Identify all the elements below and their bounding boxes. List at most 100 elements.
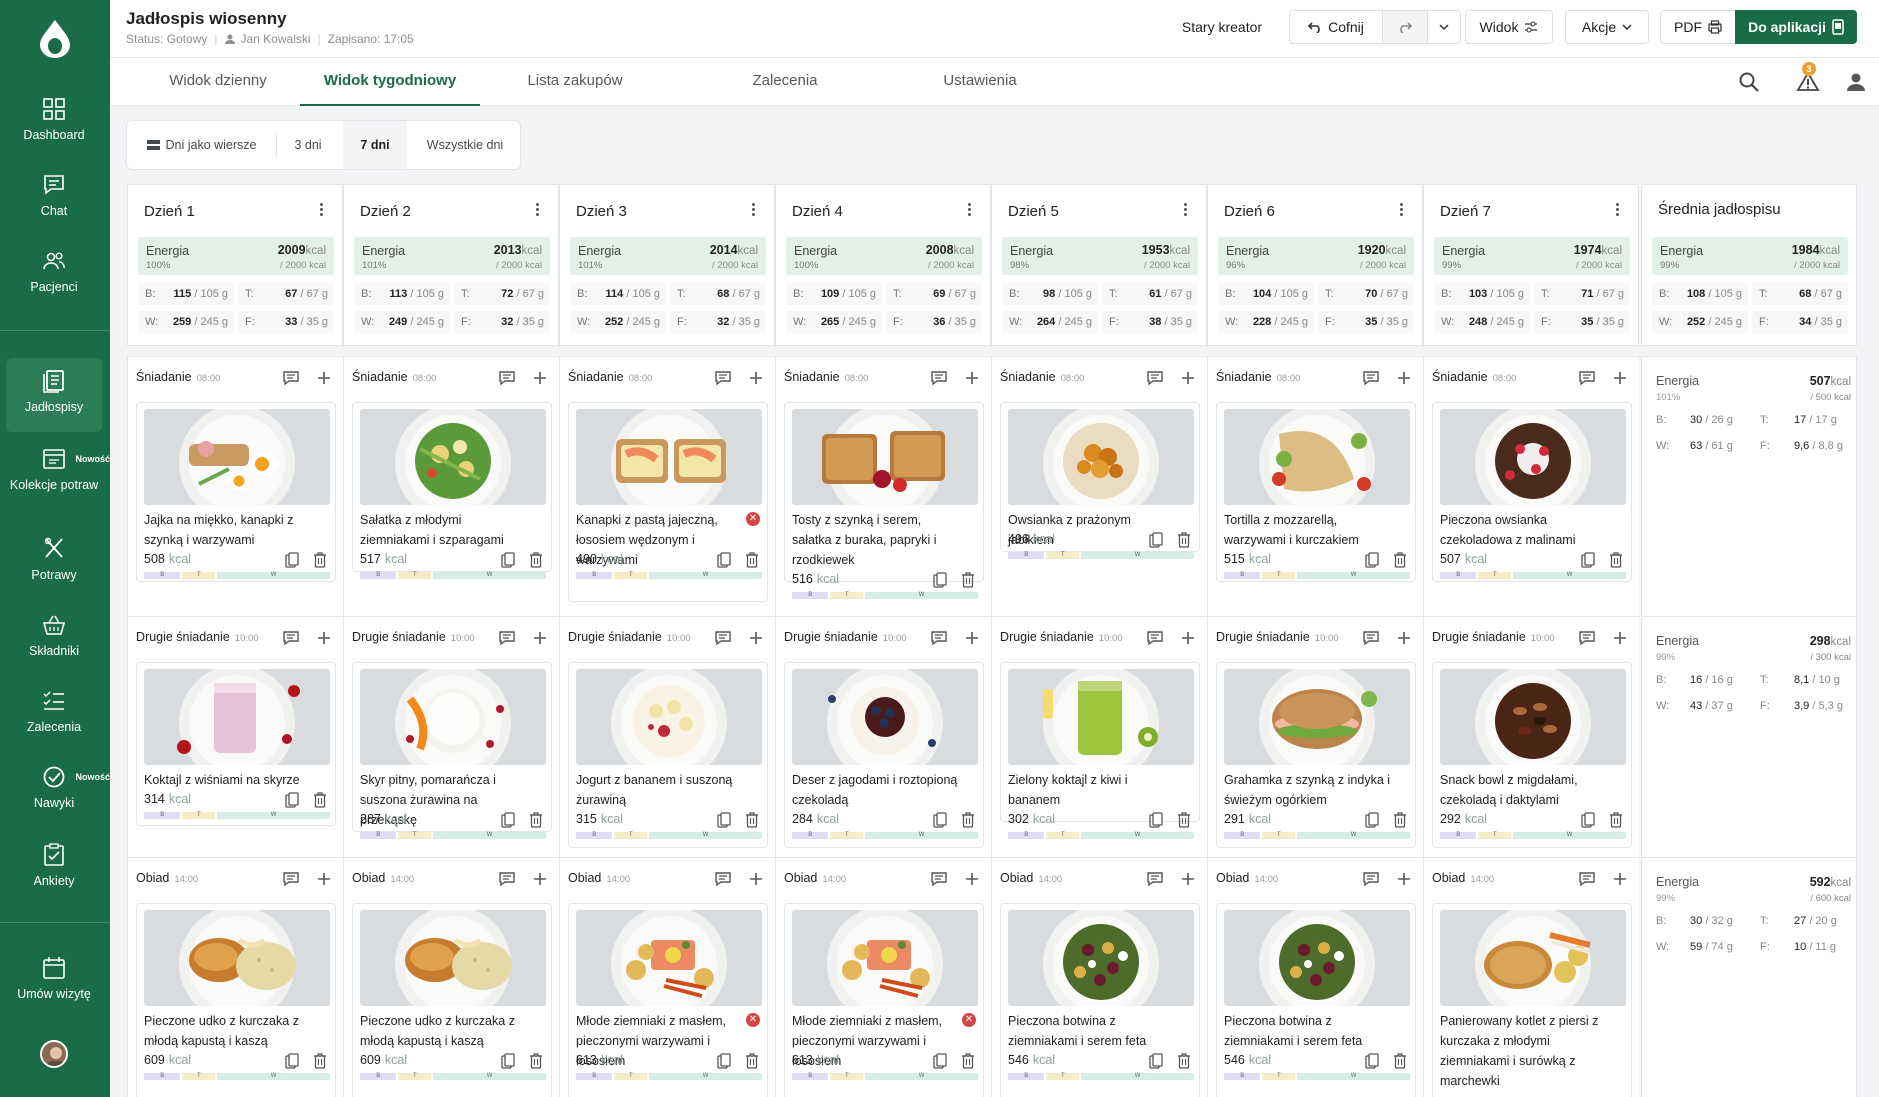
sidebar-item-patients[interactable]: Pacjenci	[6, 248, 102, 295]
copy-icon[interactable]	[285, 1053, 299, 1069]
redo-button[interactable]	[1382, 10, 1428, 44]
note-icon[interactable]	[1579, 370, 1595, 386]
meal-card[interactable]: Zielony koktajl z kiwi i bananem 302 kcal B…	[1000, 662, 1200, 839]
note-icon[interactable]	[715, 370, 731, 386]
actions-button[interactable]: Akcje	[1565, 10, 1649, 44]
add-icon[interactable]	[1397, 631, 1411, 645]
meal-card[interactable]: Pieczona botwina z ziemniakami i serem f…	[1000, 903, 1200, 1097]
copy-icon[interactable]	[933, 1053, 947, 1069]
sidebar-item-checklist[interactable]: Zalecenia	[6, 688, 102, 735]
add-icon[interactable]	[749, 371, 763, 385]
tab-shopping-list[interactable]: Lista zakupów	[482, 58, 668, 106]
more-options-icon[interactable]	[968, 203, 972, 217]
trash-icon[interactable]	[745, 552, 759, 568]
note-icon[interactable]	[931, 871, 947, 887]
note-icon[interactable]	[1363, 871, 1379, 887]
tab-recommendations[interactable]: Zalecenia	[690, 58, 880, 106]
note-icon[interactable]	[499, 630, 515, 646]
add-icon[interactable]	[317, 631, 331, 645]
copy-icon[interactable]	[1149, 532, 1163, 548]
range-all-days[interactable]: Wszystkie dni	[409, 121, 521, 169]
warning-badge-icon[interactable]: ✕	[962, 1013, 976, 1027]
more-options-icon[interactable]	[1400, 203, 1404, 217]
trash-icon[interactable]	[1393, 812, 1407, 828]
meal-card[interactable]: ✕ Młode ziemniaki z masłem, pieczonymi wa…	[568, 903, 768, 1097]
add-icon[interactable]	[533, 631, 547, 645]
note-icon[interactable]	[499, 370, 515, 386]
trash-icon[interactable]	[961, 1053, 975, 1069]
copy-icon[interactable]	[717, 812, 731, 828]
add-icon[interactable]	[317, 371, 331, 385]
meal-card[interactable]: Panierowany kotlet z piersi z kurczaka z…	[1432, 903, 1632, 1097]
sidebar-item-survey[interactable]: Ankiety	[6, 842, 102, 889]
meal-card[interactable]: Owsianka z prażonym jabłkiem 496 kcal B T W	[1000, 402, 1200, 559]
note-icon[interactable]	[1363, 630, 1379, 646]
sidebar-item-collections[interactable]: Kolekcje potraw Nowość	[6, 446, 110, 493]
tab-settings[interactable]: Ustawienia	[880, 58, 1080, 106]
trash-icon[interactable]	[529, 812, 543, 828]
more-options-icon[interactable]	[1616, 203, 1620, 217]
note-icon[interactable]	[283, 370, 299, 386]
add-icon[interactable]	[1397, 872, 1411, 886]
add-icon[interactable]	[1181, 872, 1195, 886]
meal-card[interactable]: Jogurt z bananem i suszoną żurawiną 315 kc…	[568, 662, 768, 848]
sidebar-item-habits[interactable]: Nawyki Nowość	[6, 764, 110, 811]
range-3-days[interactable]: 3 dni	[277, 121, 339, 169]
warning-badge-icon[interactable]: ✕	[746, 512, 760, 526]
copy-icon[interactable]	[1149, 812, 1163, 828]
add-icon[interactable]	[1181, 631, 1195, 645]
copy-icon[interactable]	[1581, 552, 1595, 568]
trash-icon[interactable]	[529, 1053, 543, 1069]
tab-weekly-view[interactable]: Widok tygodniowy	[300, 58, 480, 106]
note-icon[interactable]	[499, 871, 515, 887]
meal-card[interactable]: Pieczona owsianka czekoladowa z malinami…	[1432, 402, 1632, 582]
search-icon[interactable]	[1737, 70, 1761, 94]
meal-card[interactable]: Pieczone udko z kurczaka z młodą kapustą…	[136, 903, 336, 1097]
copy-icon[interactable]	[1365, 812, 1379, 828]
trash-icon[interactable]	[1177, 532, 1191, 548]
note-icon[interactable]	[1579, 630, 1595, 646]
rows-toggle[interactable]: Dni jako wiersze	[127, 121, 277, 169]
note-icon[interactable]	[1147, 871, 1163, 887]
logo-icon[interactable]	[38, 18, 72, 58]
meal-card[interactable]: Pieczone udko z kurczaka z młodą kapustą…	[352, 903, 552, 1097]
copy-icon[interactable]	[1581, 812, 1595, 828]
tab-daily-view[interactable]: Widok dzienny	[138, 58, 298, 106]
meal-card[interactable]: Snack bowl z migdałami, czekoladą i dakt…	[1432, 662, 1632, 848]
meal-card[interactable]: Skyr pitny, pomarańcza i suszona żurawin…	[352, 662, 552, 839]
copy-icon[interactable]	[501, 812, 515, 828]
add-icon[interactable]	[317, 872, 331, 886]
history-dropdown-button[interactable]	[1427, 10, 1461, 44]
trash-icon[interactable]	[313, 792, 327, 808]
sidebar-item-cutlery[interactable]: Potrawy	[6, 536, 102, 583]
note-icon[interactable]	[1147, 370, 1163, 386]
old-creator-button[interactable]: Stary kreator	[1162, 10, 1282, 44]
meal-card[interactable]: ✕ Kanapki z pastą jajeczną, łososiem wędz…	[568, 402, 768, 602]
more-options-icon[interactable]	[1184, 203, 1188, 217]
sidebar-item-chat[interactable]: Chat	[6, 172, 102, 219]
range-7-days[interactable]: 7 dni	[343, 121, 407, 169]
meal-card[interactable]: Deser z jagodami i roztopioną czekoladą 2…	[784, 662, 984, 848]
trash-icon[interactable]	[313, 1053, 327, 1069]
note-icon[interactable]	[283, 630, 299, 646]
meal-card[interactable]: Tosty z szynką i serem, sałatka z buraka…	[784, 402, 984, 599]
view-button[interactable]: Widok	[1465, 10, 1553, 44]
note-icon[interactable]	[1363, 370, 1379, 386]
sidebar-item-calendar[interactable]: Umów wizytę	[6, 955, 102, 1002]
add-icon[interactable]	[965, 872, 979, 886]
meal-card[interactable]: Grahamka z szynką z indyka i świeżym ogó…	[1216, 662, 1416, 848]
note-icon[interactable]	[283, 871, 299, 887]
note-icon[interactable]	[931, 370, 947, 386]
trash-icon[interactable]	[313, 552, 327, 568]
copy-icon[interactable]	[501, 552, 515, 568]
trash-icon[interactable]	[1609, 812, 1623, 828]
note-icon[interactable]	[715, 871, 731, 887]
add-icon[interactable]	[533, 371, 547, 385]
note-icon[interactable]	[931, 630, 947, 646]
copy-icon[interactable]	[933, 812, 947, 828]
copy-icon[interactable]	[285, 552, 299, 568]
undo-button[interactable]: Cofnij	[1289, 10, 1383, 44]
copy-icon[interactable]	[501, 1053, 515, 1069]
meal-card[interactable]: ✕ Młode ziemniaki z masłem, pieczonymi wa…	[784, 903, 984, 1097]
add-icon[interactable]	[1613, 371, 1627, 385]
